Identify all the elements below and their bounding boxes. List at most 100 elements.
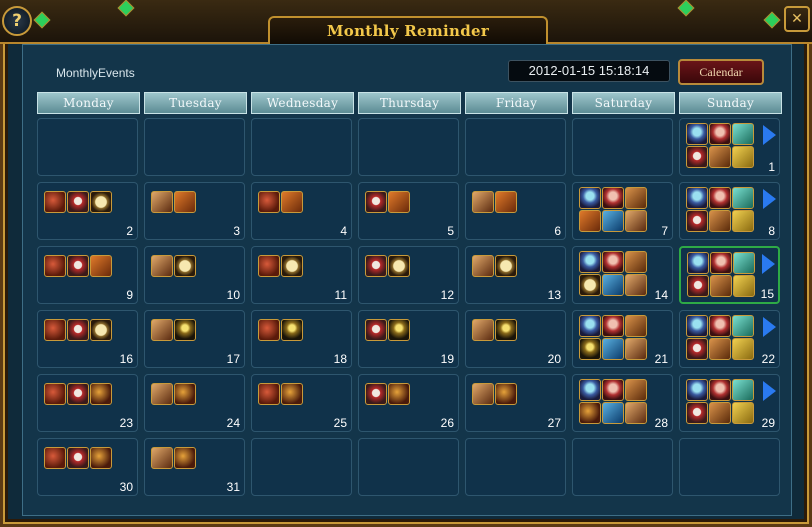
day-cell-16[interactable]: 16 [37,310,138,368]
day-cell-25[interactable]: 25 [251,374,352,432]
more-events-arrow-icon[interactable] [763,189,776,209]
npc-girl-icon[interactable] [602,251,624,273]
day-cell-3[interactable]: 3 [144,182,245,240]
gold-icon[interactable] [732,402,754,424]
bomb-icon[interactable] [44,255,66,277]
gift-icon[interactable] [472,319,494,341]
chest-icon[interactable] [388,191,410,213]
shield-icon[interactable] [365,319,387,341]
gift-icon[interactable] [151,255,173,277]
bag-icon[interactable] [709,210,731,232]
calendar-button[interactable]: Calendar [678,59,764,85]
day-cell-1[interactable]: 1 [679,118,780,176]
day-cell-5[interactable]: 5 [358,182,459,240]
day-cell-22[interactable]: 22 [679,310,780,368]
orb-icon[interactable] [579,315,601,337]
shield-icon[interactable] [686,146,708,168]
more-events-arrow-icon[interactable] [763,125,776,145]
orb-icon[interactable] [579,251,601,273]
bag-icon[interactable] [625,187,647,209]
day-cell-11[interactable]: 11 [251,246,352,304]
gold-icon[interactable] [732,338,754,360]
shield-icon[interactable] [686,338,708,360]
day-cell-23[interactable]: 23 [37,374,138,432]
firework-icon[interactable] [90,447,112,469]
day-cell-19[interactable]: 19 [358,310,459,368]
dragon-icon[interactable] [602,338,624,360]
orb-icon[interactable] [579,379,601,401]
orb-icon[interactable] [686,315,708,337]
npc-girl-icon[interactable] [709,123,731,145]
dragon-icon[interactable] [602,274,624,296]
day-cell-8[interactable]: 8 [679,182,780,240]
statue-icon[interactable] [732,379,754,401]
gold-icon[interactable] [732,210,754,232]
bomb-icon[interactable] [44,383,66,405]
day-cell-6[interactable]: 6 [465,182,566,240]
gift-icon[interactable] [151,319,173,341]
day-cell-29[interactable]: 29 [679,374,780,432]
shield-icon[interactable] [67,447,89,469]
gift-icon[interactable] [472,383,494,405]
bag-icon[interactable] [710,275,732,297]
orb-icon[interactable] [579,187,601,209]
clock-icon[interactable] [174,255,196,277]
candle-icon[interactable] [495,319,517,341]
bomb-icon[interactable] [258,319,280,341]
firework-icon[interactable] [281,383,303,405]
firework-icon[interactable] [90,383,112,405]
shield-icon[interactable] [365,191,387,213]
bomb-icon[interactable] [44,191,66,213]
day-cell-20[interactable]: 20 [465,310,566,368]
statue-icon[interactable] [732,187,754,209]
dragon-icon[interactable] [602,402,624,424]
gift-icon[interactable] [151,191,173,213]
candle-icon[interactable] [281,319,303,341]
shield-icon[interactable] [687,275,709,297]
bomb-icon[interactable] [258,191,280,213]
day-cell-26[interactable]: 26 [358,374,459,432]
day-cell-27[interactable]: 27 [465,374,566,432]
bomb-icon[interactable] [44,319,66,341]
bag-icon[interactable] [625,315,647,337]
npc-girl-icon[interactable] [709,315,731,337]
candle-icon[interactable] [174,319,196,341]
bag-icon[interactable] [709,146,731,168]
gift-icon[interactable] [625,210,647,232]
day-cell-28[interactable]: 28 [572,374,673,432]
day-cell-18[interactable]: 18 [251,310,352,368]
help-button[interactable]: ? [2,6,32,36]
gift-icon[interactable] [151,383,173,405]
close-button[interactable]: ✕ [784,6,810,32]
firework-icon[interactable] [174,383,196,405]
statue-icon[interactable] [732,123,754,145]
gift-icon[interactable] [472,255,494,277]
chest-icon[interactable] [90,255,112,277]
clock-icon[interactable] [495,255,517,277]
npc-girl-icon[interactable] [602,315,624,337]
firework-icon[interactable] [174,447,196,469]
chest-icon[interactable] [495,191,517,213]
more-events-arrow-icon[interactable] [763,317,776,337]
npc-girl-icon[interactable] [709,379,731,401]
candle-icon[interactable] [388,319,410,341]
more-events-arrow-icon[interactable] [762,254,775,274]
firework-icon[interactable] [388,383,410,405]
npc-girl-icon[interactable] [602,379,624,401]
shield-icon[interactable] [67,255,89,277]
day-cell-15[interactable]: 15 [679,246,780,304]
npc-girl-icon[interactable] [602,187,624,209]
bag-icon[interactable] [625,379,647,401]
bag-icon[interactable] [709,402,731,424]
clock-icon[interactable] [579,274,601,296]
chest-icon[interactable] [579,210,601,232]
day-cell-13[interactable]: 13 [465,246,566,304]
gift-icon[interactable] [625,338,647,360]
day-cell-2[interactable]: 2 [37,182,138,240]
day-cell-21[interactable]: 21 [572,310,673,368]
chest-icon[interactable] [174,191,196,213]
more-events-arrow-icon[interactable] [763,381,776,401]
npc-girl-icon[interactable] [709,187,731,209]
day-cell-9[interactable]: 9 [37,246,138,304]
orb-icon[interactable] [686,379,708,401]
